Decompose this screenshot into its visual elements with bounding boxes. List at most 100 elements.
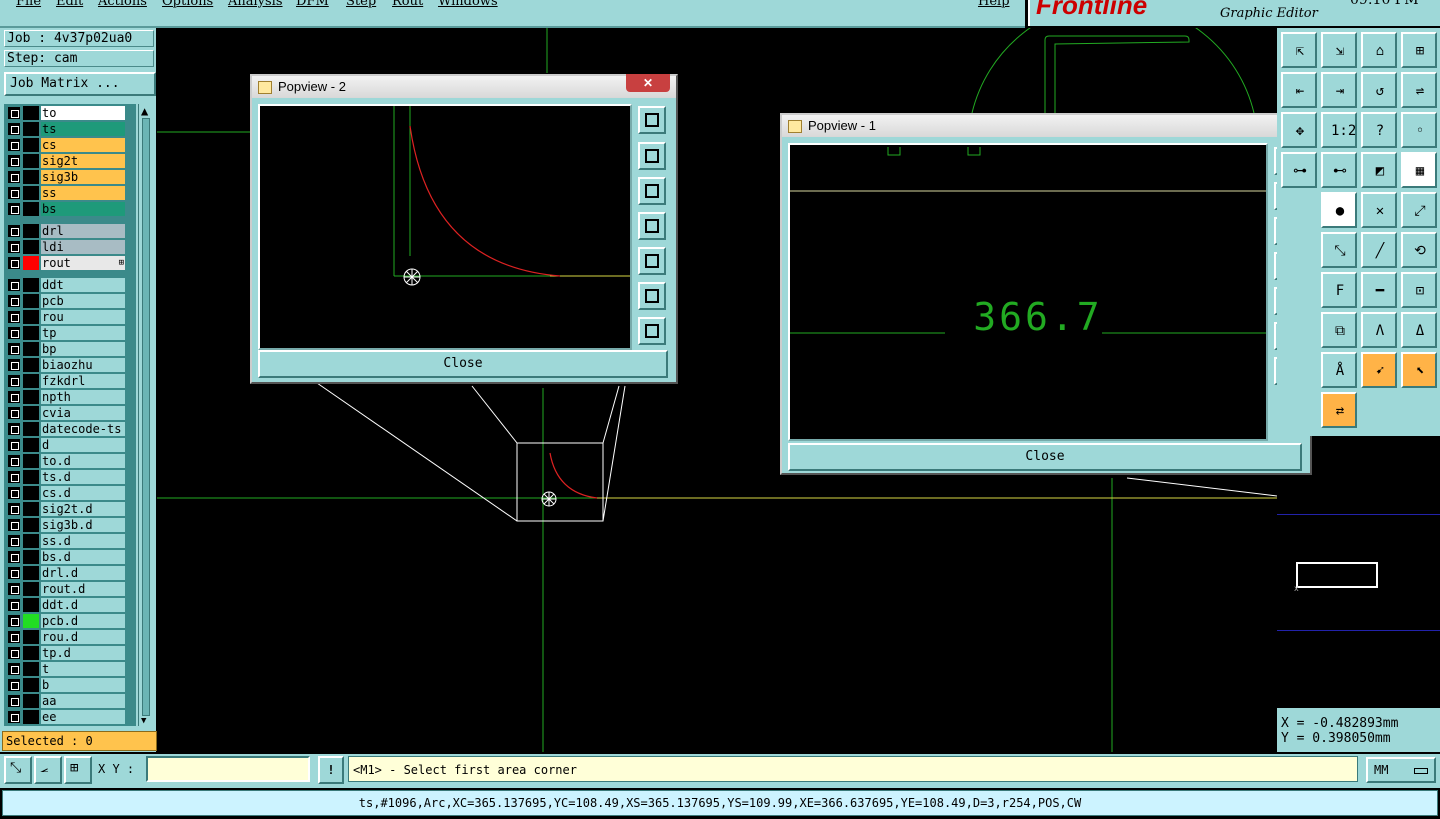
- layer-checkbox[interactable]: [8, 203, 20, 215]
- layer-color-swatch[interactable]: [23, 310, 39, 324]
- layer-checkbox[interactable]: [8, 455, 20, 467]
- layer-checkbox[interactable]: [8, 599, 20, 611]
- layer-checkbox[interactable]: [8, 311, 20, 323]
- overview-map[interactable]: x: [1277, 514, 1440, 631]
- layer-color-swatch[interactable]: [23, 582, 39, 596]
- layer-name[interactable]: npth: [41, 390, 125, 404]
- layer-name[interactable]: cs: [41, 138, 125, 152]
- layer-checkbox[interactable]: [8, 327, 20, 339]
- layer-row[interactable]: ts: [4, 122, 126, 136]
- layer-color-swatch[interactable]: [23, 154, 39, 168]
- layer-color-swatch[interactable]: [23, 454, 39, 468]
- layer-row[interactable]: cvia: [4, 406, 126, 420]
- layer-checkbox[interactable]: [8, 663, 20, 675]
- layer-color-swatch[interactable]: [23, 256, 39, 270]
- layer-row[interactable]: pcb: [4, 294, 126, 308]
- layer-name[interactable]: sig3b.d: [41, 518, 125, 532]
- layer-name[interactable]: sig2t.d: [41, 502, 125, 516]
- layer-name[interactable]: ee: [41, 710, 125, 724]
- layer-color-swatch[interactable]: [23, 240, 39, 254]
- layer-color-swatch[interactable]: [23, 566, 39, 580]
- layer-row[interactable]: bs.d: [4, 550, 126, 564]
- layer-name[interactable]: rout ⊞: [41, 256, 125, 270]
- layer-row[interactable]: pcb.d: [4, 614, 126, 628]
- tool-button[interactable]: ⤢: [1401, 192, 1437, 228]
- layer-row[interactable]: ss.d: [4, 534, 126, 548]
- measure-mode-button[interactable]: ⦟: [34, 756, 62, 784]
- tool-button[interactable]: ⇥: [1321, 72, 1357, 108]
- layer-name[interactable]: sig2t: [41, 154, 125, 168]
- layer-row[interactable]: sig3b.d: [4, 518, 126, 532]
- tool-button[interactable]: ⤡: [1321, 232, 1357, 268]
- layer-name[interactable]: cs.d: [41, 486, 125, 500]
- layer-checkbox[interactable]: [8, 695, 20, 707]
- layer-name[interactable]: ddt.d: [41, 598, 125, 612]
- layer-checkbox[interactable]: [8, 391, 20, 403]
- tool-button[interactable]: ╱: [1361, 232, 1397, 268]
- pv2-zoom-home-button[interactable]: [638, 106, 666, 134]
- layer-row[interactable]: bs: [4, 202, 126, 216]
- layer-checkbox[interactable]: [8, 647, 20, 659]
- layer-checkbox[interactable]: [8, 631, 20, 643]
- layer-checkbox[interactable]: [8, 471, 20, 483]
- menu-windows[interactable]: Windows: [438, 0, 498, 9]
- layer-checkbox[interactable]: [8, 583, 20, 595]
- layer-row[interactable]: ldi: [4, 240, 126, 254]
- layer-row[interactable]: rou.d: [4, 630, 126, 644]
- layer-color-swatch[interactable]: [23, 122, 39, 136]
- tool-button[interactable]: ⊶: [1281, 152, 1317, 188]
- menu-rout[interactable]: Rout: [392, 0, 423, 9]
- layer-color-swatch[interactable]: [23, 694, 39, 708]
- layer-name[interactable]: sig3b: [41, 170, 125, 184]
- layer-name[interactable]: drl.d: [41, 566, 125, 580]
- layer-row[interactable]: bp: [4, 342, 126, 356]
- layer-name[interactable]: fzkdrl: [41, 374, 125, 388]
- layer-color-swatch[interactable]: [23, 486, 39, 500]
- layer-color-swatch[interactable]: [23, 170, 39, 184]
- layer-checkbox[interactable]: [8, 171, 20, 183]
- layer-row[interactable]: rou: [4, 310, 126, 324]
- layer-row[interactable]: t: [4, 662, 126, 676]
- tool-button[interactable]: ⊷: [1321, 152, 1357, 188]
- menu-options[interactable]: Options: [162, 0, 213, 9]
- layer-row[interactable]: biaozhu: [4, 358, 126, 372]
- layer-color-swatch[interactable]: [23, 630, 39, 644]
- layer-color-swatch[interactable]: [23, 662, 39, 676]
- tool-button[interactable]: ⇲: [1321, 32, 1357, 68]
- tool-button[interactable]: ✕: [1361, 192, 1397, 228]
- layer-name[interactable]: rou.d: [41, 630, 125, 644]
- layer-name[interactable]: pcb.d: [41, 614, 125, 628]
- layer-color-swatch[interactable]: [23, 390, 39, 404]
- tool-button[interactable]: ●: [1321, 192, 1357, 228]
- layer-row[interactable]: ss: [4, 186, 126, 200]
- layer-name[interactable]: tp: [41, 326, 125, 340]
- layer-name[interactable]: to: [41, 106, 125, 120]
- layer-color-swatch[interactable]: [23, 342, 39, 356]
- layer-name[interactable]: ddt: [41, 278, 125, 292]
- layer-row[interactable]: npth: [4, 390, 126, 404]
- layer-color-swatch[interactable]: [23, 106, 39, 120]
- layer-row[interactable]: rout ⊞: [4, 256, 126, 270]
- layer-checkbox[interactable]: [8, 615, 20, 627]
- layer-color-swatch[interactable]: [23, 710, 39, 724]
- layer-row[interactable]: sig3b: [4, 170, 126, 184]
- layer-color-swatch[interactable]: [23, 470, 39, 484]
- job-matrix-button[interactable]: Job Matrix ...: [4, 72, 156, 96]
- layer-checkbox[interactable]: [8, 711, 20, 723]
- layer-name[interactable]: rou: [41, 310, 125, 324]
- layer-checkbox[interactable]: [8, 241, 20, 253]
- layer-color-swatch[interactable]: [23, 278, 39, 292]
- layer-color-swatch[interactable]: [23, 186, 39, 200]
- menu-actions[interactable]: Actions: [98, 0, 147, 9]
- layer-checkbox[interactable]: [8, 123, 20, 135]
- layer-name[interactable]: t: [41, 662, 125, 676]
- tool-button[interactable]: ⊡: [1401, 272, 1437, 308]
- layer-checkbox[interactable]: [8, 155, 20, 167]
- tool-button[interactable]: ◩: [1361, 152, 1397, 188]
- layer-name[interactable]: d: [41, 438, 125, 452]
- layer-name[interactable]: bs: [41, 202, 125, 216]
- pv2-zoom-in-button[interactable]: [638, 282, 666, 310]
- layer-name[interactable]: to.d: [41, 454, 125, 468]
- layer-checkbox[interactable]: [8, 567, 20, 579]
- tool-button[interactable]: ✥: [1281, 112, 1317, 148]
